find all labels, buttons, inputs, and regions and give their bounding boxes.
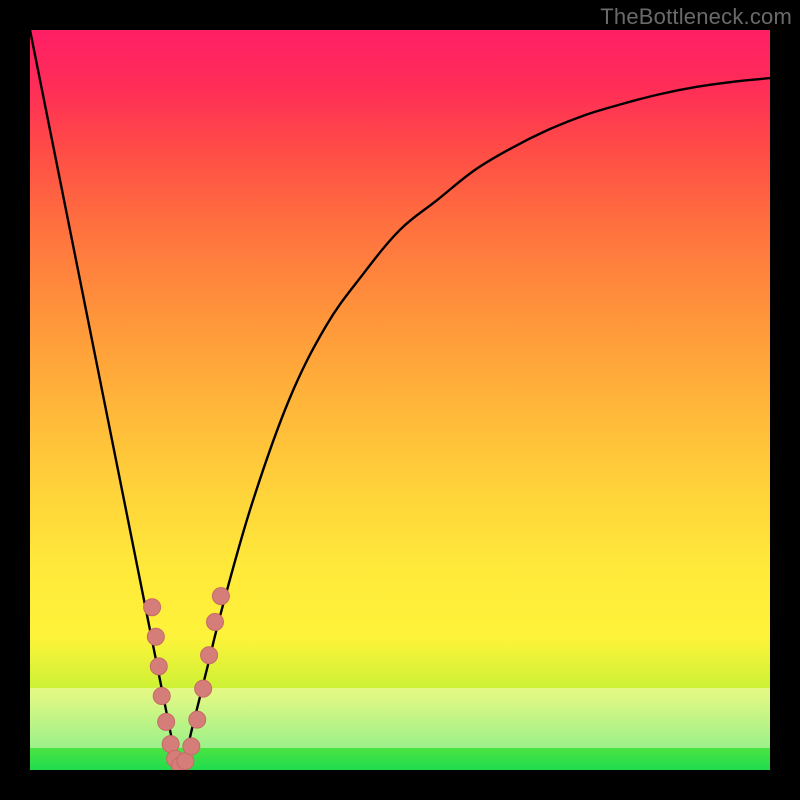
data-marker (153, 688, 170, 705)
data-marker (183, 738, 200, 755)
chart-svg (30, 30, 770, 770)
data-marker (144, 599, 161, 616)
data-marker (150, 658, 167, 675)
plot-area (30, 30, 770, 770)
data-marker (147, 628, 164, 645)
outer-frame: TheBottleneck.com (0, 0, 800, 800)
data-marker (162, 736, 179, 753)
data-marker (195, 680, 212, 697)
data-marker (212, 588, 229, 605)
watermark-text: TheBottleneck.com (600, 4, 792, 30)
bottleneck-curve (30, 30, 770, 770)
data-marker (207, 614, 224, 631)
data-marker (158, 713, 175, 730)
data-marker (172, 757, 189, 770)
curve-markers (144, 588, 230, 770)
data-marker (201, 647, 218, 664)
highlight-band (30, 688, 770, 748)
data-marker (189, 711, 206, 728)
data-marker (167, 750, 184, 767)
data-marker (177, 753, 194, 770)
